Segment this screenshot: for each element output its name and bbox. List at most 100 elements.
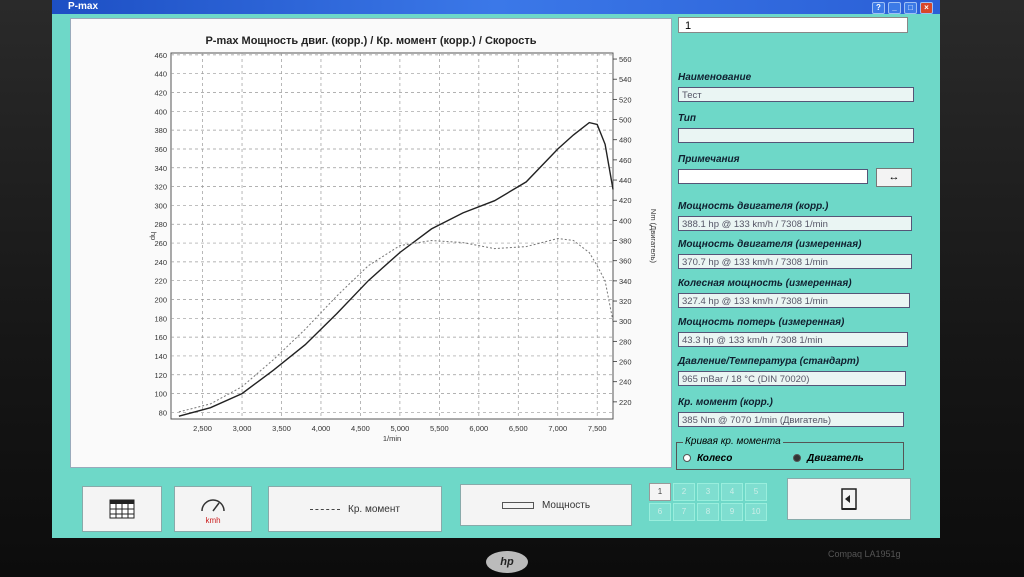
y-left-tick-label: 460 bbox=[154, 51, 167, 60]
y-left-tick-label: 280 bbox=[154, 220, 167, 229]
torque-label: Кр. момент (корр.) bbox=[678, 397, 773, 408]
torque-toggle-button[interactable]: Кр. момент bbox=[268, 486, 442, 532]
y-left-tick-label: 380 bbox=[154, 126, 167, 135]
y-right-axis-label: Nm (Двигатель) bbox=[649, 209, 658, 264]
record-number-value: 1 bbox=[685, 20, 692, 32]
speedometer-icon: kmh bbox=[201, 499, 225, 525]
speed-unit-button[interactable]: kmh bbox=[174, 486, 252, 532]
curve-number-6[interactable]: 6 bbox=[649, 503, 671, 521]
torque-button-label: Кр. момент bbox=[348, 503, 400, 515]
table-grid-icon bbox=[109, 499, 135, 519]
loss-power-label: Мощность потерь (измеренная) bbox=[678, 317, 845, 328]
x-tick-label: 4,000 bbox=[312, 424, 331, 433]
x-tick-label: 5,500 bbox=[430, 424, 449, 433]
table-view-button[interactable] bbox=[82, 486, 162, 532]
type-field[interactable] bbox=[678, 128, 914, 143]
y-left-axis-label: hp bbox=[149, 232, 158, 240]
loss-power-field: 43.3 hp @ 133 km/h / 7308 1/min bbox=[678, 332, 908, 347]
monitor-bezel: P-max ? _ □ × P-max Мощность двиг. (корр… bbox=[0, 0, 1024, 577]
y-right-tick-label: 400 bbox=[619, 216, 632, 225]
notes-field[interactable] bbox=[678, 169, 868, 184]
y-left-tick-label: 200 bbox=[154, 296, 167, 305]
y-right-tick-label: 300 bbox=[619, 317, 632, 326]
power-corr-field: 388.1 hp @ 133 km/h / 7308 1/min bbox=[678, 216, 912, 231]
radio-engine[interactable]: Двигатель bbox=[793, 453, 864, 464]
y-left-tick-label: 340 bbox=[154, 164, 167, 173]
curve-number-8[interactable]: 8 bbox=[697, 503, 719, 521]
x-tick-label: 7,500 bbox=[588, 424, 607, 433]
solid-line-icon bbox=[501, 501, 534, 509]
x-tick-label: 7,000 bbox=[548, 424, 567, 433]
record-number-input[interactable]: 1 bbox=[678, 17, 908, 33]
y-left-tick-label: 160 bbox=[154, 333, 167, 342]
x-tick-label: 5,000 bbox=[391, 424, 410, 433]
expand-arrows-button[interactable]: ↔ bbox=[876, 168, 912, 187]
help-button[interactable]: ? bbox=[872, 2, 885, 14]
y-right-tick-label: 520 bbox=[619, 95, 632, 104]
y-right-tick-label: 260 bbox=[619, 358, 632, 367]
x-tick-label: 3,000 bbox=[233, 424, 252, 433]
close-button[interactable]: × bbox=[920, 2, 933, 14]
x-tick-label: 6,000 bbox=[469, 424, 488, 433]
exit-door-icon bbox=[841, 488, 857, 510]
y-right-tick-label: 280 bbox=[619, 337, 632, 346]
power-button-label: Мощность bbox=[541, 499, 591, 511]
y-right-tick-label: 480 bbox=[619, 136, 632, 145]
dashed-line-icon bbox=[310, 508, 341, 510]
radio-engine-dot[interactable] bbox=[793, 454, 801, 463]
y-right-tick-label: 220 bbox=[619, 398, 632, 407]
dyno-chart: 460 440 420 400 380 360 340 320 300 280 260 240 220 2… bbox=[149, 51, 658, 443]
y-right-tick-label: 500 bbox=[619, 116, 632, 125]
curve-number-7[interactable]: 7 bbox=[673, 503, 695, 521]
radio-wheel[interactable]: Колесо bbox=[683, 453, 732, 464]
y-left-tick-label: 220 bbox=[154, 277, 167, 286]
hp-logo: hp bbox=[486, 551, 528, 573]
window-title: P-max bbox=[68, 1, 99, 12]
wheel-power-label: Колесная мощность (измеренная) bbox=[678, 278, 852, 289]
name-field[interactable]: Тест bbox=[678, 87, 914, 102]
type-label: Тип bbox=[678, 113, 696, 124]
torque-curve-legend: Кривая кр. момента bbox=[683, 436, 783, 447]
y-left-tick-label: 260 bbox=[154, 239, 167, 248]
y-left-tick-label: 440 bbox=[154, 70, 167, 79]
power-toggle-button[interactable]: Мощность bbox=[460, 484, 632, 526]
torque-field: 385 Nm @ 7070 1/min (Двигатель) bbox=[678, 412, 904, 427]
exit-button[interactable] bbox=[787, 478, 911, 520]
radio-wheel-label: Колесо bbox=[697, 453, 733, 464]
y-left-tick-label: 300 bbox=[154, 201, 167, 210]
curve-number-10[interactable]: 10 bbox=[745, 503, 767, 521]
y-left-tick-label: 320 bbox=[154, 183, 167, 192]
power-corr-label: Мощность двигателя (корр.) bbox=[678, 201, 829, 212]
curve-number-1[interactable]: 1 bbox=[649, 483, 671, 501]
curve-number-5[interactable]: 5 bbox=[745, 483, 767, 501]
pressure-label: Давление/Температура (стандарт) bbox=[678, 356, 860, 367]
curve-number-4[interactable]: 4 bbox=[721, 483, 743, 501]
minimize-button[interactable]: _ bbox=[888, 2, 901, 14]
x-tick-label: 3,500 bbox=[272, 424, 291, 433]
info-panel: 1 Наименование Тест Тип Примечания ↔ Мощ… bbox=[672, 16, 936, 472]
screen: P-max ? _ □ × P-max Мощность двиг. (корр… bbox=[52, 0, 940, 538]
x-axis-label: 1/min bbox=[383, 434, 401, 443]
radio-wheel-dot[interactable] bbox=[683, 454, 691, 463]
chart-panel: P-max Мощность двиг. (корр.) / Кр. момен… bbox=[70, 18, 672, 468]
curve-number-2[interactable]: 2 bbox=[673, 483, 695, 501]
y-right-tick-label: 380 bbox=[619, 237, 632, 246]
y-left-tick-label: 180 bbox=[154, 314, 167, 323]
y-left-tick-label: 120 bbox=[154, 371, 167, 380]
curve-number-9[interactable]: 9 bbox=[721, 503, 743, 521]
y-left-tick-label: 420 bbox=[154, 89, 167, 98]
torque-curve-group: Кривая кр. момента Колесо Двигатель bbox=[676, 436, 904, 470]
y-right-tick-label: 540 bbox=[619, 75, 632, 84]
y-right-tick-label: 360 bbox=[619, 257, 632, 266]
y-right-tick-label: 340 bbox=[619, 277, 632, 286]
maximize-button[interactable]: □ bbox=[904, 2, 917, 14]
y-left-tick-label: 360 bbox=[154, 145, 167, 154]
y-left-tick-label: 100 bbox=[154, 390, 167, 399]
name-label: Наименование bbox=[678, 72, 752, 83]
wheel-power-field: 327.4 hp @ 133 km/h / 7308 1/min bbox=[678, 293, 910, 308]
notes-label: Примечания bbox=[678, 154, 740, 165]
curve-number-3[interactable]: 3 bbox=[697, 483, 719, 501]
y-right-tick-label: 460 bbox=[619, 156, 632, 165]
pressure-field: 965 mBar / 18 °C (DIN 70020) bbox=[678, 371, 906, 386]
x-tick-label: 4,500 bbox=[351, 424, 370, 433]
